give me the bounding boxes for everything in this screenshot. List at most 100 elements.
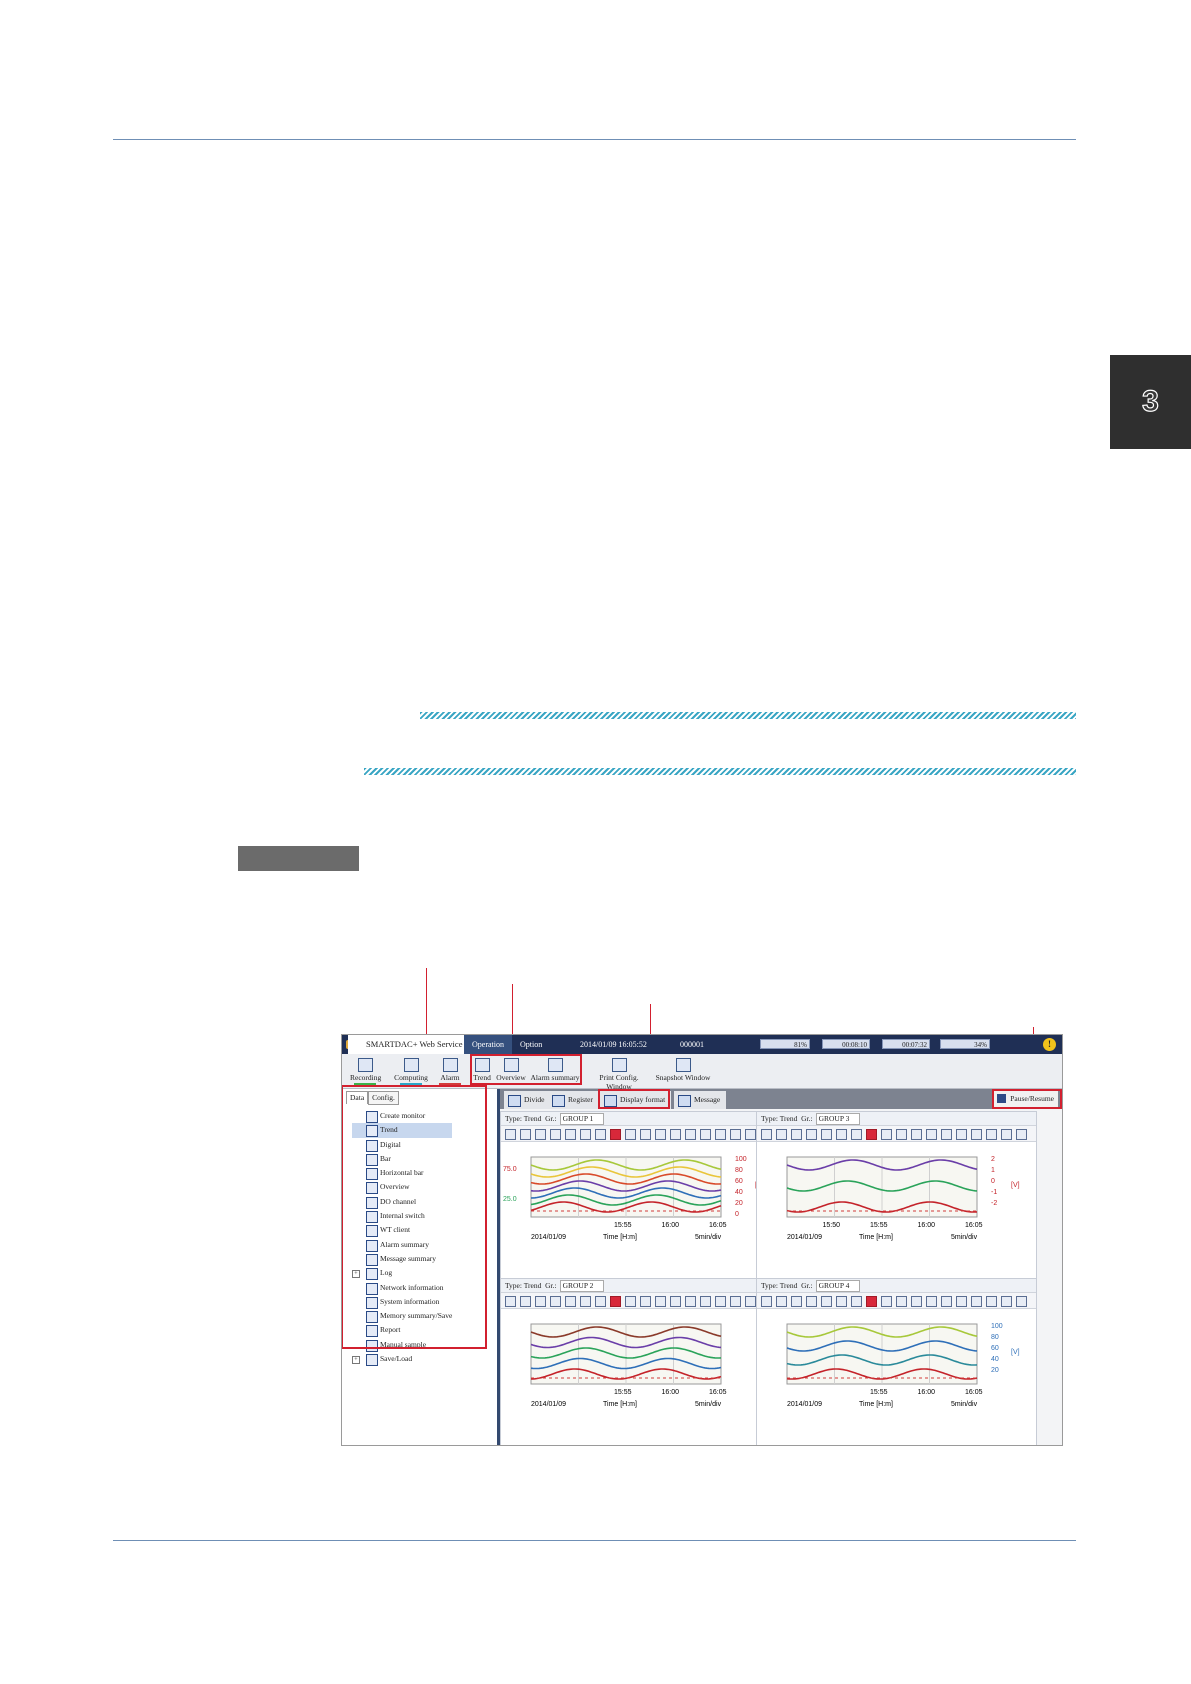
time-axis-label: Time [H:m] — [603, 1234, 637, 1241]
divide-tab[interactable]: Divide — [504, 1091, 551, 1109]
group-select[interactable]: GROUP 3 — [815, 1113, 861, 1125]
pane-tool-icon[interactable] — [535, 1129, 546, 1140]
pane-tool-icon[interactable] — [836, 1296, 847, 1307]
pane-tool-icon[interactable] — [986, 1129, 997, 1140]
pane-tool-icon[interactable] — [956, 1296, 967, 1307]
pane-tool-icon[interactable] — [866, 1129, 877, 1140]
pane-tool-icon[interactable] — [700, 1129, 711, 1140]
scale-tick-label: 0 — [991, 1178, 995, 1185]
memory-bar: 81% — [760, 1039, 810, 1049]
pane-tool-icon[interactable] — [700, 1296, 711, 1307]
pane-tool-icon[interactable] — [971, 1129, 982, 1140]
pane-tool-icon[interactable] — [745, 1296, 756, 1307]
pane-tool-icon[interactable] — [535, 1296, 546, 1307]
pane-tool-icon[interactable] — [986, 1296, 997, 1307]
pane-tool-icon[interactable] — [821, 1296, 832, 1307]
pane-tool-icon[interactable] — [971, 1296, 982, 1307]
group-select[interactable]: GROUP 2 — [559, 1280, 605, 1292]
pane-tool-icon[interactable] — [1016, 1129, 1027, 1140]
trend-pane: Type: Trend Gr.: GROUP 1 15:55 16:00 16:05 20… — [500, 1111, 781, 1279]
pane-tool-icon[interactable] — [1001, 1296, 1012, 1307]
group-select[interactable]: GROUP 4 — [815, 1280, 861, 1292]
message-tab[interactable]: Message — [674, 1091, 727, 1109]
snapshot-window-button[interactable]: Snapshot Window — [654, 1056, 712, 1086]
tab-operation[interactable]: Operation — [464, 1035, 512, 1054]
pane-tool-icon[interactable] — [625, 1296, 636, 1307]
footer-rule — [113, 1540, 1076, 1541]
warning-icon[interactable]: ! — [1043, 1038, 1056, 1051]
pane-tool-icon[interactable] — [595, 1129, 606, 1140]
pane-tool-icon[interactable] — [730, 1129, 741, 1140]
pane-tool-icon[interactable] — [866, 1296, 877, 1307]
pane-tool-icon[interactable] — [625, 1129, 636, 1140]
pane-tool-icon[interactable] — [791, 1296, 802, 1307]
pane-tool-icon[interactable] — [926, 1296, 937, 1307]
pane-tool-icon[interactable] — [565, 1129, 576, 1140]
div-label: 5min/div — [695, 1401, 722, 1408]
pane-tool-icon[interactable] — [1001, 1129, 1012, 1140]
computing-button[interactable]: Computing — [394, 1056, 428, 1086]
pane-tool-icon[interactable] — [580, 1129, 591, 1140]
pane-tool-icon[interactable] — [836, 1129, 847, 1140]
pane-tool-icon[interactable] — [911, 1129, 922, 1140]
group-select[interactable]: GROUP 1 — [559, 1113, 605, 1125]
pane-tool-icon[interactable] — [806, 1296, 817, 1307]
pane-tool-icon[interactable] — [550, 1129, 561, 1140]
pane-tool-icon[interactable] — [610, 1129, 621, 1140]
pane-tool-icon[interactable] — [911, 1296, 922, 1307]
pane-tool-icon[interactable] — [776, 1129, 787, 1140]
highlight-left-panel — [342, 1085, 487, 1349]
pane-tool-icon[interactable] — [776, 1296, 787, 1307]
recording-button[interactable]: Recording — [350, 1056, 381, 1086]
pane-tool-icon[interactable] — [896, 1129, 907, 1140]
pane-tool-icon[interactable] — [655, 1129, 666, 1140]
pane-tool-icon[interactable] — [520, 1129, 531, 1140]
pane-tool-icon[interactable] — [806, 1129, 817, 1140]
pane-tool-icon[interactable] — [610, 1296, 621, 1307]
pane-tool-icon[interactable] — [821, 1129, 832, 1140]
pane-tool-icon[interactable] — [941, 1296, 952, 1307]
expand-icon[interactable]: + — [352, 1356, 360, 1365]
pane-tool-icon[interactable] — [851, 1296, 862, 1307]
pane-tool-icon[interactable] — [745, 1129, 756, 1140]
pane-type: Type: Trend — [761, 1281, 798, 1290]
pane-tool-icon[interactable] — [1016, 1296, 1027, 1307]
pane-tool-icon[interactable] — [505, 1296, 516, 1307]
tree-item[interactable]: + Save/Load — [352, 1352, 452, 1367]
pane-tool-icon[interactable] — [896, 1296, 907, 1307]
pane-tool-icon[interactable] — [761, 1296, 772, 1307]
alarm-button[interactable]: Alarm — [438, 1056, 462, 1086]
register-tab[interactable]: Register — [548, 1091, 599, 1109]
pane-tool-icon[interactable] — [640, 1129, 651, 1140]
pane-tool-icon[interactable] — [685, 1129, 696, 1140]
pane-tool-icon[interactable] — [926, 1129, 937, 1140]
pane-tool-icon[interactable] — [941, 1129, 952, 1140]
trend-pane: Type: Trend Gr.: GROUP 2 15:55 16:00 16:05 20… — [500, 1278, 781, 1445]
pane-tool-icon[interactable] — [670, 1296, 681, 1307]
pane-tool-icon[interactable] — [715, 1296, 726, 1307]
pane-tool-icon[interactable] — [670, 1129, 681, 1140]
pane-tool-icon[interactable] — [685, 1296, 696, 1307]
pane-tool-icon[interactable] — [881, 1296, 892, 1307]
pane-tool-icon[interactable] — [520, 1296, 531, 1307]
pane-tool-icon[interactable] — [730, 1296, 741, 1307]
pane-tool-icon[interactable] — [595, 1296, 606, 1307]
time-axis-label: Time [H:m] — [859, 1401, 893, 1408]
pane-tool-icon[interactable] — [791, 1129, 802, 1140]
date-label: 2014/01/09 — [787, 1401, 822, 1408]
time-axis-label: Time [H:m] — [859, 1234, 893, 1241]
pane-tool-icon[interactable] — [580, 1296, 591, 1307]
print-config-window-button[interactable]: Print Config. Window — [588, 1056, 650, 1091]
pane-tool-icon[interactable] — [761, 1129, 772, 1140]
time-tick-label: 16:05 — [965, 1222, 983, 1229]
pane-tool-icon[interactable] — [550, 1296, 561, 1307]
pane-tool-icon[interactable] — [565, 1296, 576, 1307]
pane-tool-icon[interactable] — [851, 1129, 862, 1140]
pane-tool-icon[interactable] — [956, 1129, 967, 1140]
pane-tool-icon[interactable] — [640, 1296, 651, 1307]
pane-tool-icon[interactable] — [715, 1129, 726, 1140]
pane-tool-icon[interactable] — [655, 1296, 666, 1307]
tab-option[interactable]: Option — [512, 1035, 550, 1054]
pane-tool-icon[interactable] — [881, 1129, 892, 1140]
pane-tool-icon[interactable] — [505, 1129, 516, 1140]
